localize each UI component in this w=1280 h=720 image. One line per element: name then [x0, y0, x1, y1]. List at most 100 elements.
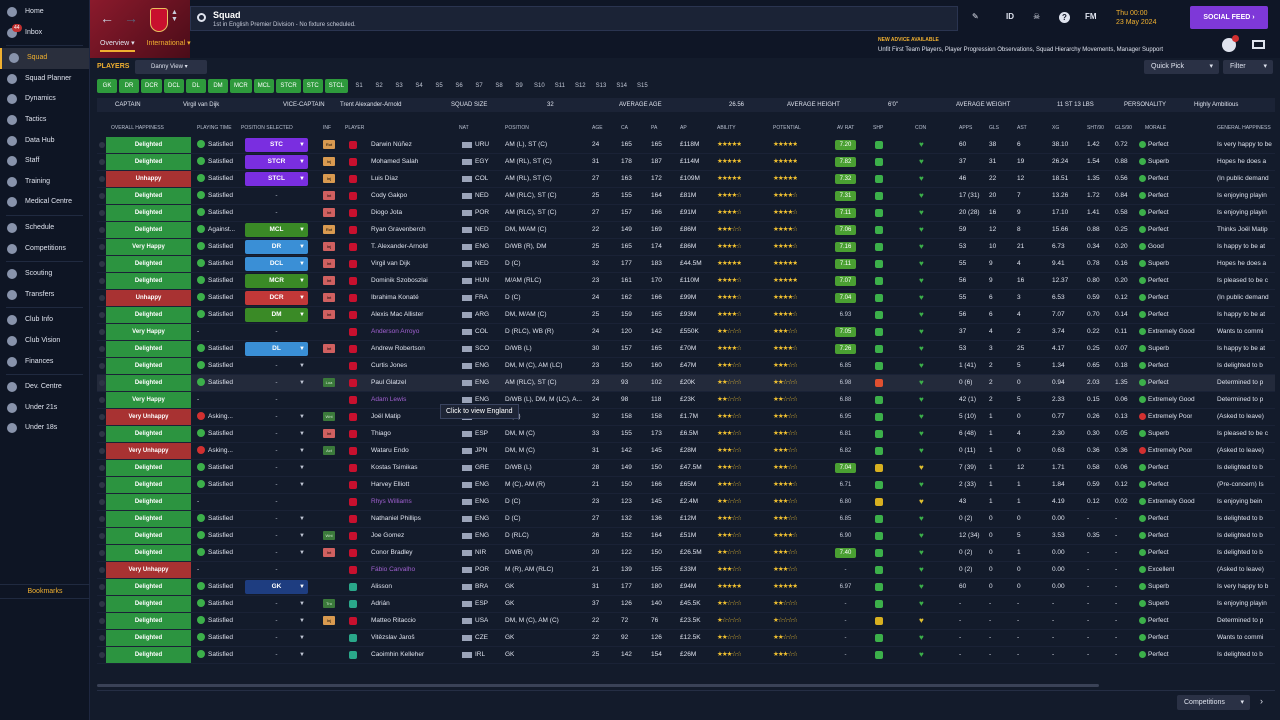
position-filter-s14[interactable]: S14: [612, 79, 631, 93]
column-header[interactable]: INF: [323, 125, 331, 131]
player-name-link[interactable]: Cody Gakpo: [371, 188, 407, 204]
flag-icon[interactable]: [462, 210, 472, 216]
row-select-checkbox[interactable]: [99, 346, 105, 352]
position-filter-s2[interactable]: S2: [370, 79, 388, 93]
captain-value[interactable]: Virgil van Dijk: [183, 98, 219, 112]
row-select-checkbox[interactable]: [99, 244, 105, 250]
position-filter-mcr[interactable]: MCR: [230, 79, 252, 93]
quick-pick-button[interactable]: Quick Pick ▾: [1144, 60, 1219, 74]
cell-nat[interactable]: POR: [475, 205, 489, 221]
cell-nat[interactable]: ENG: [475, 375, 489, 391]
table-row[interactable]: Delighted - - Rhys Williams ENG D (C) 23 123 145…: [97, 494, 1275, 511]
position-selector[interactable]: - ▼: [245, 358, 308, 374]
column-header[interactable]: CA: [621, 125, 628, 131]
position-selector[interactable]: - ▼: [245, 630, 308, 646]
row-select-checkbox[interactable]: [99, 193, 105, 199]
advice-text[interactable]: Unfit First Team Players, Player Progres…: [878, 47, 1163, 53]
table-row[interactable]: Unhappy Satisfied STCL ▼ Inj Luis Díaz COL AM (…: [97, 171, 1275, 188]
table-row[interactable]: Delighted Satisfied STCR ▼ Inj Mohamed Salah E…: [97, 154, 1275, 171]
flag-icon[interactable]: [462, 465, 472, 471]
column-header[interactable]: AST: [1017, 125, 1027, 131]
position-selector[interactable]: - ▼: [245, 545, 308, 561]
column-header[interactable]: GLS/90: [1115, 125, 1132, 131]
row-select-checkbox[interactable]: [99, 482, 105, 488]
table-row[interactable]: Delighted Satisfied DM ▼ Int Alexis Mac Allis…: [97, 307, 1275, 324]
position-filter-dcr[interactable]: DCR: [141, 79, 162, 93]
table-row[interactable]: Very UnhappyAsking...-▼WntJoël MatipCMRD…: [97, 409, 1275, 426]
player-name-link[interactable]: Kostas Tsimikas: [371, 460, 417, 476]
flag-icon[interactable]: [462, 227, 472, 233]
flag-icon[interactable]: [462, 329, 472, 335]
position-filter-s11[interactable]: S11: [551, 79, 569, 93]
sidebar-item-under-18s[interactable]: Under 18s: [0, 418, 89, 439]
vice-captain-value[interactable]: Trent Alexander-Arnold: [340, 98, 401, 112]
edit-icon[interactable]: ✎: [972, 12, 979, 21]
position-filter-mcl[interactable]: MCL: [253, 79, 275, 93]
position-selector[interactable]: DCL ▼: [245, 257, 308, 271]
help-icon[interactable]: ?: [1059, 12, 1070, 23]
position-selector[interactable]: - ▼: [245, 460, 308, 476]
player-name-link[interactable]: Ryan Gravenberch: [371, 222, 426, 238]
position-selector[interactable]: - ▼: [245, 477, 308, 493]
forward-arrow-icon[interactable]: →: [124, 10, 138, 26]
sidebar-item-staff[interactable]: Staff: [0, 151, 89, 172]
position-selector[interactable]: GK ▼: [245, 580, 308, 594]
date-time[interactable]: Thu 00:00 23 May 2024: [1116, 9, 1156, 27]
cell-nat[interactable]: ESP: [475, 596, 488, 612]
cell-nat[interactable]: COL: [475, 171, 488, 187]
flag-icon[interactable]: [462, 635, 472, 641]
position-selector[interactable]: STCL ▼: [245, 172, 308, 186]
advice-title[interactable]: NEW ADVICE AVAILABLE: [878, 37, 939, 43]
player-name-link[interactable]: Conor Bradley: [371, 545, 413, 561]
flag-icon[interactable]: [462, 363, 472, 369]
row-select-checkbox[interactable]: [99, 516, 105, 522]
player-name-link[interactable]: Adrián: [371, 596, 390, 612]
position-filter-stc[interactable]: STC: [302, 79, 323, 93]
row-select-checkbox[interactable]: [99, 635, 105, 641]
position-selector[interactable]: -: [245, 188, 308, 204]
flag-icon[interactable]: [462, 380, 472, 386]
row-select-checkbox[interactable]: [99, 176, 105, 182]
flag-icon[interactable]: [462, 176, 472, 182]
table-row[interactable]: Delighted Satisfied - ▼ Vitězslav Jaroš CZE GK…: [97, 630, 1275, 647]
table-row[interactable]: Delighted Satisfied - ▼ Inj Matteo Ritaccio US…: [97, 613, 1275, 630]
position-selector[interactable]: -: [245, 494, 308, 510]
player-name-link[interactable]: Rhys Williams: [371, 494, 412, 510]
cell-nat[interactable]: NED: [475, 256, 489, 272]
row-select-checkbox[interactable]: [99, 329, 105, 335]
table-row[interactable]: Delighted Satisfied - ▼ Int Conor Bradley NIR D…: [97, 545, 1275, 562]
player-name-link[interactable]: Harvey Elliott: [371, 477, 409, 493]
position-selector[interactable]: - ▼: [245, 443, 308, 459]
cell-nat[interactable]: POR: [475, 562, 489, 578]
sidebar-item-dev-centre[interactable]: Dev. Centre: [0, 377, 89, 398]
position-filter-s13[interactable]: S13: [592, 79, 611, 93]
position-selector[interactable]: - ▼: [245, 511, 308, 527]
position-filter-s6[interactable]: S6: [450, 79, 468, 93]
cell-nat[interactable]: ARG: [475, 307, 489, 323]
position-filter-s8[interactable]: S8: [490, 79, 508, 93]
row-select-checkbox[interactable]: [99, 533, 105, 539]
table-row[interactable]: Delighted Satisfied - ▼ Tro Adrián ESP GK 37 126 1…: [97, 596, 1275, 613]
cell-nat[interactable]: ENG: [475, 528, 489, 544]
cell-nat[interactable]: HUN: [475, 273, 489, 289]
position-selector[interactable]: DCR ▼: [245, 291, 308, 305]
table-row[interactable]: Delighted Satisfied - ▼ Wnt Joe Gomez ENG D (RL…: [97, 528, 1275, 545]
column-header[interactable]: CON: [915, 125, 926, 131]
sidebar-item-data-hub[interactable]: Data Hub: [0, 131, 89, 152]
sidebar-item-under-21s[interactable]: Under 21s: [0, 398, 89, 419]
row-select-checkbox[interactable]: [99, 227, 105, 233]
flag-icon[interactable]: [462, 482, 472, 488]
column-header[interactable]: PLAYER: [345, 125, 364, 131]
flag-icon[interactable]: [462, 533, 472, 539]
cell-nat[interactable]: ENG: [475, 239, 489, 255]
column-header[interactable]: ABILITY: [717, 125, 736, 131]
flag-icon[interactable]: [462, 142, 472, 148]
column-header[interactable]: PA: [651, 125, 657, 131]
avatar[interactable]: [1222, 35, 1239, 52]
flag-icon[interactable]: [462, 652, 472, 658]
position-filter-s4[interactable]: S4: [410, 79, 428, 93]
table-row[interactable]: Delighted Satisfied - ▼ Caoimhin Kelleher IRL…: [97, 647, 1275, 664]
player-name-link[interactable]: Fábio Carvalho: [371, 562, 415, 578]
table-row[interactable]: Delighted Satisfied STC ▼ Rot Darwin Núñez URU…: [97, 137, 1275, 154]
position-selector[interactable]: DM ▼: [245, 308, 308, 322]
